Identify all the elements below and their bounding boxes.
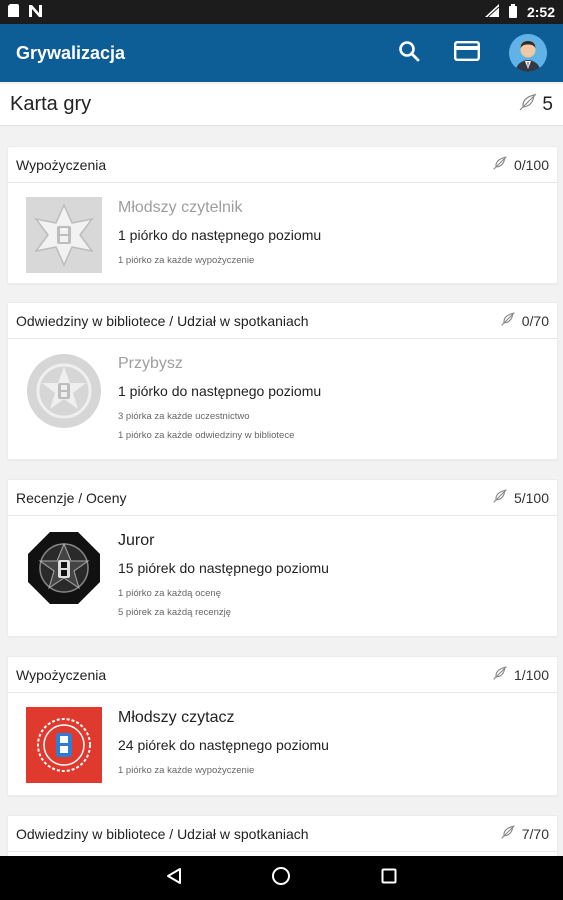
card-category: Wypożyczenia (16, 666, 107, 683)
app-title: Grywalizacja (16, 42, 126, 63)
page-header: Karta gry 5 (0, 84, 563, 126)
page-title: Karta gry (10, 93, 92, 115)
nav-bar (0, 856, 563, 900)
card-points: 0/100 (492, 155, 549, 174)
back-icon (166, 867, 182, 890)
back-button[interactable] (154, 858, 194, 898)
feather-icon (518, 92, 538, 118)
status-time: 2:52 (526, 4, 555, 20)
search-icon (398, 40, 420, 67)
rule-text: 3 piórka za każde uczestnictwo (118, 411, 250, 422)
card-loans[interactable]: Wypożyczenia 0/100 Młodszy czytelnik 1 p… (7, 146, 558, 284)
level-name: Młodszy czytelnik (118, 199, 243, 216)
rule-text: 1 piórko za każde wypożyczenie (118, 765, 255, 776)
card-header: Odwiedziny w bibliotece / Udział w spotk… (8, 303, 557, 339)
badge-icon (26, 353, 102, 429)
level-name: Przybysz (118, 355, 183, 372)
sd-card-icon (8, 4, 19, 20)
feather-icon (492, 155, 508, 174)
search-button[interactable] (393, 37, 425, 69)
level-name: Juror (118, 532, 155, 549)
level-next: 1 piórko do następnego poziomu (118, 383, 322, 399)
feather-icon (492, 488, 508, 507)
home-icon (271, 866, 291, 891)
content: Wypożyczenia 0/100 Młodszy czytelnik 1 p… (0, 126, 563, 856)
card-icon (454, 40, 481, 66)
card-header: Odwiedziny w bibliotece / Udział w spotk… (8, 816, 557, 852)
avatar[interactable] (509, 34, 547, 72)
card-points: 1/100 (492, 665, 549, 684)
battery-icon (508, 3, 517, 21)
page-score-value: 5 (542, 93, 553, 115)
feather-icon (500, 824, 516, 843)
card-category: Odwiedziny w bibliotece / Udział w spotk… (16, 312, 309, 329)
card-header: Wypożyczenia 1/100 (8, 657, 557, 693)
card-points: 0/70 (500, 311, 549, 330)
signal-icon (484, 4, 500, 20)
level-next: 24 piórek do następnego poziomu (118, 737, 329, 753)
rule-text: 1 piórko za każde wypożyczenie (118, 255, 255, 266)
card-loans-2[interactable]: Wypożyczenia 1/100 Młodszy czytacz 24 pi… (7, 656, 558, 796)
card-header: Wypożyczenia 0/100 (8, 147, 557, 183)
card-header: Recenzje / Oceny 5/100 (8, 480, 557, 516)
level-next: 15 piórek do następnego poziomu (118, 560, 329, 576)
feather-icon (492, 665, 508, 684)
rule-text: 1 piórko za każde odwiedziny w bibliotec… (118, 430, 295, 441)
n-icon (29, 4, 42, 20)
card-points: 7/70 (500, 824, 549, 843)
card-category: Odwiedziny w bibliotece / Udział w spotk… (16, 825, 309, 842)
card-visits[interactable]: Odwiedziny w bibliotece / Udział w spotk… (7, 302, 558, 460)
home-button[interactable] (261, 858, 301, 898)
app-bar: Grywalizacja (0, 24, 563, 82)
card-visits-2[interactable]: Odwiedziny w bibliotece / Udział w spotk… (7, 815, 558, 856)
rule-text: 5 piórek za każdą recenzję (118, 607, 232, 618)
level-name: Młodszy czytacz (118, 709, 235, 726)
card-reviews[interactable]: Recenzje / Oceny 5/100 Juror 15 piórek d… (7, 479, 558, 637)
recents-icon (381, 868, 397, 889)
card-category: Recenzje / Oceny (16, 489, 127, 506)
badge-icon (26, 707, 102, 783)
page-score: 5 (518, 92, 553, 118)
status-bar: 2:52 (0, 0, 563, 24)
card-points: 5/100 (492, 488, 549, 507)
card-category: Wypożyczenia (16, 156, 107, 173)
feather-icon (500, 311, 516, 330)
recents-button[interactable] (369, 858, 409, 898)
card-button[interactable] (451, 37, 483, 69)
badge-icon (26, 197, 102, 273)
level-next: 1 piórko do następnego poziomu (118, 227, 322, 243)
rule-text: 1 piórko za każdą ocenę (118, 588, 221, 599)
badge-icon (26, 530, 102, 606)
